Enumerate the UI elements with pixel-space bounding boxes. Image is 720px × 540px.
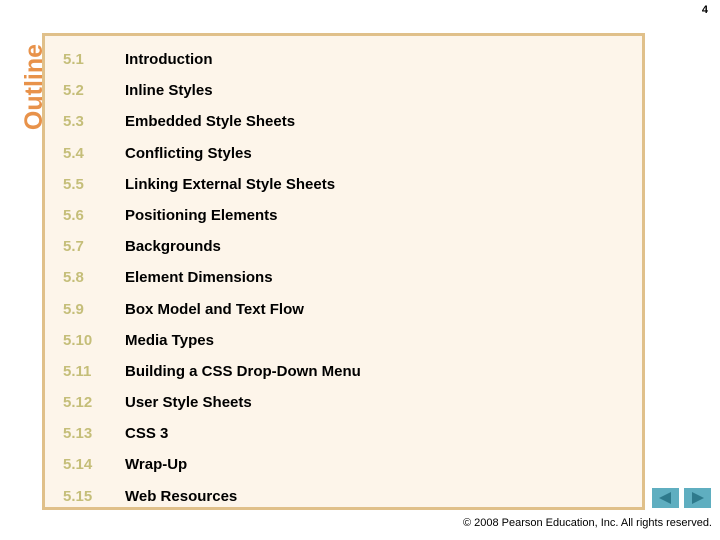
outline-item-number: 5.7 [63, 238, 84, 256]
outline-item-number: 5.14 [63, 456, 93, 474]
outline-panel: 5.1 Introduction 5.2 Inline Styles 5.3 Embedd… [42, 33, 645, 510]
outline-item-title: Introduction [125, 51, 213, 68]
outline-item: 5.9 Box Model and Text Flow [45, 294, 642, 325]
outline-item: 5.7 Backgrounds [45, 231, 642, 262]
outline-item-title: Inline Styles [125, 82, 213, 100]
outline-item-title: User Style Sheets [125, 394, 252, 412]
outline-item-number: 5.2 [63, 82, 84, 100]
outline-item-number: 5.11 [63, 362, 92, 380]
outline-item-title: Conflicting Styles [125, 144, 252, 162]
outline-item-number: 5.13 [63, 425, 93, 443]
outline-item-title: Wrap-Up [125, 456, 188, 474]
outline-item: 5.3 Embedded Style Sheets [45, 106, 642, 137]
page-number: 4 [701, 4, 708, 16]
outline-list: 5.1 Introduction 5.2 Inline Styles 5.3 Embedd… [45, 44, 642, 512]
outline-item-number: 5.8 [63, 269, 84, 287]
outline-item: 5.6 Positioning Elements [45, 200, 642, 231]
outline-item-number: 5.12 [63, 394, 93, 412]
outline-item-number: 5.6 [63, 206, 84, 224]
previous-slide-button[interactable] [652, 488, 679, 508]
outline-item-title: Linking External Style Sheets [125, 175, 336, 193]
slide-canvas: 4 Outline 5.1 Introduction 5.2 Inline Style… [0, 0, 720, 540]
outline-item: 5.13 CSS 3 [45, 418, 642, 449]
outline-item-title: Media Types [125, 331, 214, 349]
outline-item-title: Embedded Style Sheets [125, 113, 296, 131]
outline-item: 5.8 Element Dimensions [45, 262, 642, 293]
outline-item-title: Backgrounds [125, 238, 221, 256]
outline-item-number: 5.9 [63, 300, 84, 318]
outline-item: 5.12 User Style Sheets [45, 387, 642, 418]
outline-item-title: Box Model and Text Flow [125, 300, 304, 318]
outline-item-number: 5.1 [63, 51, 84, 68]
outline-item: 5.2 Inline Styles [45, 75, 642, 106]
outline-item-title: Web Resources [125, 487, 238, 505]
outline-item-number: 5.15 [63, 487, 93, 505]
outline-item: 5.14 Wrap-Up [45, 449, 642, 480]
outline-item: 5.15 Web Resources [45, 481, 642, 512]
outline-item: 5.11 Building a CSS Drop-Down Menu [45, 356, 642, 387]
outline-item: 5.4 Conflicting Styles [45, 138, 642, 169]
outline-item: 5.10 Media Types [45, 325, 642, 356]
slide-navigation [652, 488, 714, 510]
outline-item-title: Element Dimensions [125, 269, 273, 287]
outline-item-title: Building a CSS Drop-Down Menu [125, 362, 361, 380]
copyright-notice: © 2008 Pearson Education, Inc. All right… [462, 517, 712, 529]
outline-item-number: 5.5 [63, 175, 84, 193]
outline-item: 5.5 Linking External Style Sheets [45, 169, 642, 200]
triangle-right-icon [692, 492, 704, 504]
triangle-left-icon [659, 492, 671, 504]
outline-item-number: 5.10 [63, 331, 93, 349]
next-slide-button[interactable] [684, 488, 711, 508]
outline-item: 5.1 Introduction [45, 44, 642, 75]
outline-item-title: Positioning Elements [125, 206, 278, 224]
outline-item-number: 5.3 [63, 113, 84, 131]
outline-item-title: CSS 3 [125, 425, 169, 443]
outline-item-number: 5.4 [63, 144, 84, 162]
